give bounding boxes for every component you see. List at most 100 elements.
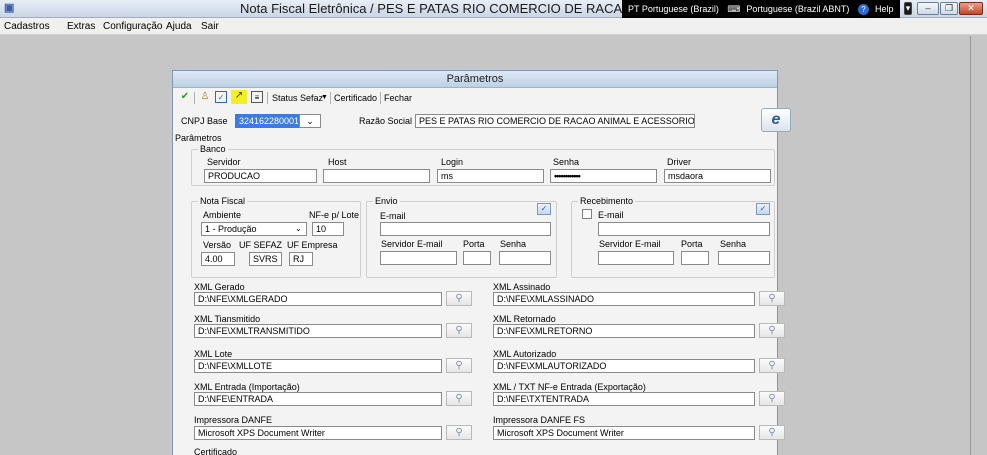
impressora-danfe-fs-input[interactable]: Microsoft XPS Document Writer xyxy=(493,426,755,440)
help-link[interactable]: Help xyxy=(875,4,894,14)
nfe-lote-input[interactable]: 10 xyxy=(312,222,344,236)
langbar-options-icon[interactable]: ▾ xyxy=(904,2,912,15)
xml-gerado-label: XML Gerado xyxy=(194,282,245,292)
versao-label: Versão xyxy=(203,240,232,250)
search-icon[interactable]: ⚲ xyxy=(446,425,472,440)
export-icon[interactable]: ↗ xyxy=(231,90,247,104)
menu-configuracao[interactable]: Configuração xyxy=(103,21,162,32)
search-icon[interactable]: ⚲ xyxy=(446,291,472,306)
senha-input[interactable]: •••••••••••• xyxy=(550,169,657,183)
impressora-danfe-input[interactable]: Microsoft XPS Document Writer xyxy=(194,426,442,440)
envio-servidor-label: Servidor E-mail xyxy=(381,239,443,249)
envio-porta-label: Porta xyxy=(463,239,485,249)
help-icon[interactable]: ? xyxy=(857,4,869,15)
uf-sefaz-input[interactable]: SVRS xyxy=(249,252,282,266)
xml-autorizado-input[interactable]: D:\NFE\XMLAUTORIZADO xyxy=(493,359,755,373)
menu-cadastros[interactable]: Cadastros xyxy=(4,21,50,32)
search-icon[interactable]: ⚲ xyxy=(759,291,785,306)
envio-porta-input[interactable] xyxy=(463,251,491,265)
mail-check-icon[interactable]: ✓ xyxy=(756,203,770,215)
uf-empresa-input[interactable]: RJ xyxy=(289,252,313,266)
xml-transmitido-label: XML Tiansmitido xyxy=(194,314,261,324)
menubar: Cadastros Extras Configuração Ajuda Sair xyxy=(0,18,987,35)
uf-empresa-label: UF Empresa xyxy=(287,240,338,250)
versao-input[interactable]: 4.00 xyxy=(201,252,235,266)
xml-assinado-input[interactable]: D:\NFE\XMLASSINADO xyxy=(493,292,755,306)
xml-txt-entrada-input[interactable]: D:\NFE\TXTENTRADA xyxy=(493,392,755,406)
envio-email-label: E-mail xyxy=(380,211,406,221)
xml-assinado-label: XML Assinado xyxy=(493,282,551,292)
minimize-button[interactable]: – xyxy=(917,2,939,15)
recebimento-email-input[interactable] xyxy=(598,222,770,236)
envio-senha-input[interactable] xyxy=(499,251,551,265)
dialog-title: Parâmetros xyxy=(173,71,777,88)
nota-fiscal-title: Nota Fiscal xyxy=(198,196,248,206)
chevron-down-icon[interactable]: ⌄ xyxy=(295,224,302,233)
certificado-label: Certificado xyxy=(194,447,238,455)
user-icon[interactable]: ♙ xyxy=(199,91,211,103)
razao-social-input[interactable]: PES E PATAS RIO COMERCIO DE RACAO ANIMAL… xyxy=(415,114,695,128)
parametros-dialog: Parâmetros ✔ ♙ ✓ ↗ ≡ Status Sefaz ▼ Cert… xyxy=(172,70,791,455)
search-icon[interactable]: ⚲ xyxy=(446,358,472,373)
cnpj-input[interactable]: 32416228000153 xyxy=(235,114,299,128)
status-sefaz-button[interactable]: Status Sefaz xyxy=(272,93,323,103)
keyboard-layout[interactable]: Portuguese (Brazil ABNT) xyxy=(746,4,849,14)
ambiente-select[interactable]: 1 - Produção xyxy=(201,222,307,236)
xml-retornado-label: XML Retornado xyxy=(493,314,556,324)
recebimento-servidor-input[interactable] xyxy=(598,251,674,265)
certificado-button[interactable]: Certificado xyxy=(334,93,377,103)
uf-sefaz-label: UF SEFAZ xyxy=(239,240,283,250)
mail-check-icon[interactable]: ✓ xyxy=(537,203,551,215)
recebimento-email-checkbox[interactable] xyxy=(582,209,592,219)
envio-email-input[interactable] xyxy=(380,222,551,236)
search-icon[interactable]: ⚲ xyxy=(446,323,472,338)
razao-social-label: Razão Social xyxy=(359,116,413,126)
driver-label: Driver xyxy=(667,157,691,167)
search-icon[interactable]: ⚲ xyxy=(759,358,785,373)
language-indicator[interactable]: PT Portuguese (Brazil) xyxy=(628,4,719,14)
search-icon[interactable]: ⚲ xyxy=(759,425,785,440)
confirm-icon[interactable]: ✔ xyxy=(179,91,191,103)
senha-label: Senha xyxy=(553,157,580,167)
chevron-down-icon[interactable]: ▼ xyxy=(321,94,328,101)
login-input[interactable]: ms xyxy=(437,169,544,183)
language-bar[interactable]: PT Portuguese (Brazil) ⌨ Portuguese (Braz… xyxy=(622,0,900,18)
xml-gerado-input[interactable]: D:\NFE\XMLGERADO xyxy=(194,292,442,306)
parametros-group-label: Parâmetros xyxy=(175,133,222,143)
xml-txt-entrada-label: XML / TXT NF-e Entrada (Exportação) xyxy=(493,382,646,392)
menu-sair[interactable]: Sair xyxy=(201,21,219,32)
recebimento-senha-input[interactable] xyxy=(718,251,770,265)
fechar-button[interactable]: Fechar xyxy=(384,93,412,103)
envio-title: Envio xyxy=(373,196,400,206)
recebimento-porta-input[interactable] xyxy=(681,251,709,265)
envio-servidor-input[interactable] xyxy=(380,251,457,265)
cnpj-label: CNPJ Base xyxy=(181,116,228,126)
window-titlebar: ▣ Nota Fiscal Eletrônica / PES E PATAS R… xyxy=(0,0,987,18)
chevron-down-icon[interactable]: ⌄ xyxy=(299,114,321,128)
xml-transmitido-input[interactable]: D:\NFE\XMLTRANSMITIDO xyxy=(194,324,442,338)
host-input[interactable] xyxy=(323,169,430,183)
driver-input[interactable]: msdaora xyxy=(664,169,771,183)
menu-ajuda[interactable]: Ajuda xyxy=(166,21,192,32)
menu-extras[interactable]: Extras xyxy=(67,21,95,32)
recebimento-title: Recebimento xyxy=(578,196,636,206)
restore-button[interactable]: ❐ xyxy=(940,2,958,15)
recebimento-porta-label: Porta xyxy=(681,239,703,249)
servidor-label: Servidor xyxy=(207,157,241,167)
recebimento-email-label: E-mail xyxy=(598,210,624,220)
xml-retornado-input[interactable]: D:\NFE\XMLRETORNO xyxy=(493,324,755,338)
keyboard-icon[interactable]: ⌨ xyxy=(727,4,740,14)
right-edge xyxy=(971,36,987,455)
servidor-input[interactable]: PRODUCAO xyxy=(204,169,317,183)
search-icon[interactable]: ⚲ xyxy=(759,323,785,338)
close-button[interactable]: ✕ xyxy=(959,2,983,15)
search-icon[interactable]: ⚲ xyxy=(759,391,785,406)
xml-entrada-label: XML Entrada (Importação) xyxy=(194,382,300,392)
xml-lote-input[interactable]: D:\NFE\XMLLOTE xyxy=(194,359,442,373)
document-icon[interactable]: ≡ xyxy=(251,91,263,103)
checklist-icon[interactable]: ✓ xyxy=(215,91,227,103)
search-icon[interactable]: ⚲ xyxy=(446,391,472,406)
banco-title: Banco xyxy=(198,144,228,154)
recebimento-senha-label: Senha xyxy=(720,239,747,249)
xml-entrada-input[interactable]: D:\NFE\ENTRADA xyxy=(194,392,442,406)
